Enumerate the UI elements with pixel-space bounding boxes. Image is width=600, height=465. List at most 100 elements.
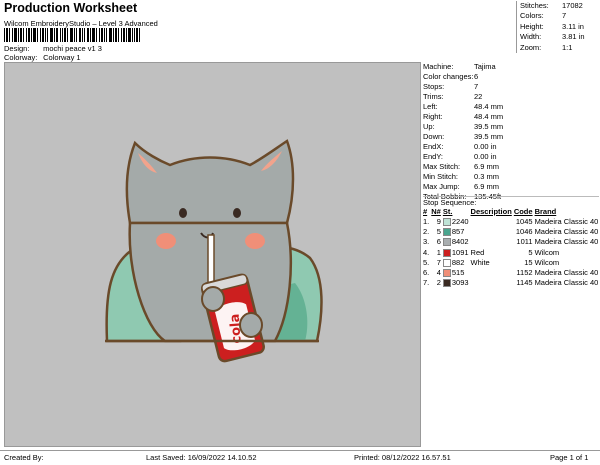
- spec-value: 22: [474, 92, 483, 101]
- spec-row: EndX: 0.00 in: [423, 142, 599, 152]
- spec-key: Max Jump:: [423, 182, 460, 191]
- col-header: N#: [431, 206, 441, 216]
- table-row: 3. 6 8402 1011 Madeira Classic 40: [423, 237, 600, 247]
- thread-code: 5: [528, 247, 533, 257]
- spec-value: 0.00 in: [474, 152, 497, 161]
- barcode: [4, 28, 140, 42]
- col-header: St.: [442, 206, 453, 216]
- stitch-count-cell: 882: [442, 257, 471, 267]
- stitch-count: 2240: [451, 216, 469, 226]
- spec-key: Color changes:: [423, 72, 474, 81]
- spec-key: Machine:: [423, 62, 454, 71]
- thread-brand: Madeira Classic 40: [534, 268, 599, 278]
- table-row: 2. 5 857 1046 Madeira Classic 40: [423, 226, 600, 236]
- thread-description: [471, 237, 514, 247]
- table-row: 4. 1 1091 Red 5 Wilcom: [423, 247, 600, 257]
- spec-value: 39.5 mm: [474, 122, 504, 131]
- spec-key: Stops:: [423, 82, 445, 91]
- table-header-row: # N# St. Description Code Brand: [423, 206, 600, 216]
- stop-index: 6.: [423, 268, 430, 278]
- summary-key: Width:: [520, 32, 542, 42]
- design-name: mochi peace v1 3: [43, 44, 102, 53]
- color-swatch: [442, 258, 451, 267]
- thread-brand: Madeira Classic 40: [534, 278, 599, 288]
- thread-code: 1145: [516, 278, 533, 288]
- color-swatch: [442, 238, 451, 247]
- spec-row: Stops: 7: [423, 82, 599, 92]
- table-row: 1. 9 2240 1045 Madeira Classic 40: [423, 216, 600, 226]
- stop-index: 4.: [423, 247, 430, 257]
- stop-sequence-table: # N# St. Description Code Brand 1. 9 2240 1…: [423, 206, 600, 288]
- color-swatch: [442, 227, 451, 236]
- needle-number: 4: [436, 268, 441, 278]
- spec-row: Color changes:6: [423, 72, 599, 82]
- colorway-label: Colorway:: [4, 53, 38, 62]
- needle-number: 7: [436, 257, 441, 267]
- col-header: Brand: [534, 206, 557, 216]
- summary-row: Stitches: 17082: [520, 1, 600, 11]
- summary-row: Height: 3.11 in: [520, 22, 600, 32]
- summary-value: 17082: [562, 1, 583, 10]
- page-title: Production Worksheet: [4, 1, 138, 15]
- design-row: Design: mochi peace v1 3: [4, 44, 102, 53]
- stitch-count-cell: 1091: [442, 247, 471, 257]
- spec-row: Trims: 22: [423, 92, 599, 102]
- thread-description: Red: [470, 247, 485, 257]
- stitch-count: 8402: [451, 237, 469, 247]
- color-swatch: [442, 279, 451, 288]
- spec-row: Machine: Tajima: [423, 62, 599, 72]
- spec-row: Left: 48.4 mm: [423, 102, 599, 112]
- stitch-count-cell: 2240: [442, 216, 471, 226]
- thread-description: [471, 278, 514, 288]
- summary-row: Colors: 7: [520, 11, 600, 21]
- spec-row: Max Stitch: 6.9 mm: [423, 162, 599, 172]
- machine-specs: Machine: Tajima Color changes:6 Stops: 7 T…: [423, 62, 599, 202]
- colorway-row: Colorway: Colorway 1: [4, 53, 81, 62]
- spec-value: 0.3 mm: [474, 172, 500, 181]
- thread-description: [471, 226, 514, 236]
- stitch-count: 1091: [451, 247, 469, 257]
- spec-key: Up:: [423, 122, 435, 131]
- summary-row: Zoom: 1:1: [520, 43, 600, 53]
- thread-description: White: [470, 257, 490, 267]
- spec-row: Max Jump: 6.9 mm: [423, 182, 599, 192]
- design-preview: cola: [4, 62, 421, 447]
- stop-index: 5.: [423, 257, 430, 267]
- col-header: Code: [513, 206, 533, 216]
- needle-number: 2: [436, 278, 441, 288]
- summary-value: 3.11 in: [562, 21, 584, 31]
- summary-value: 7: [562, 11, 567, 21]
- page-footer: Created By: Last Saved: 16/09/2022 14.10…: [0, 450, 600, 465]
- stitch-count-cell: 857: [442, 226, 471, 236]
- thread-code: 15: [524, 257, 533, 267]
- needle-number: 5: [436, 226, 441, 236]
- summary-panel: Stitches: 17082 Colors: 7 Height: 3.11 in W…: [516, 1, 600, 53]
- summary-value: 3.81 in: [562, 32, 585, 42]
- stitch-count-cell: 515: [442, 267, 471, 278]
- col-header: Description: [470, 206, 512, 216]
- summary-key: Height:: [520, 21, 544, 31]
- col-header: #: [423, 206, 428, 216]
- spec-row: EndY: 0.00 in: [423, 152, 599, 162]
- summary-key: Zoom:: [520, 42, 542, 52]
- table-row: 7. 2 3093 1145 Madeira Classic 40: [423, 278, 600, 288]
- stitch-count: 857: [451, 226, 465, 236]
- spec-value: 6.9 mm: [474, 182, 500, 191]
- color-swatch: [442, 248, 451, 257]
- thread-brand: Madeira Classic 40: [534, 216, 599, 226]
- thread-brand: Wilcom: [534, 257, 560, 267]
- spec-value: 48.4 mm: [474, 102, 504, 111]
- needle-number: 9: [436, 216, 441, 226]
- stitch-count: 3093: [451, 278, 469, 288]
- spec-key: Min Stitch:: [423, 172, 459, 181]
- summary-key: Stitches:: [520, 1, 549, 10]
- spec-row: Min Stitch: 0.3 mm: [423, 172, 599, 182]
- summary-key: Colors:: [520, 11, 544, 21]
- thread-code: 1011: [516, 237, 533, 247]
- stitch-count: 882: [451, 257, 465, 267]
- thread-code: 1045: [515, 216, 533, 226]
- thread-code: 1046: [515, 226, 533, 236]
- stop-index: 7.: [423, 278, 430, 288]
- spec-value: 6.9 mm: [474, 162, 500, 171]
- stop-index: 2.: [423, 226, 430, 236]
